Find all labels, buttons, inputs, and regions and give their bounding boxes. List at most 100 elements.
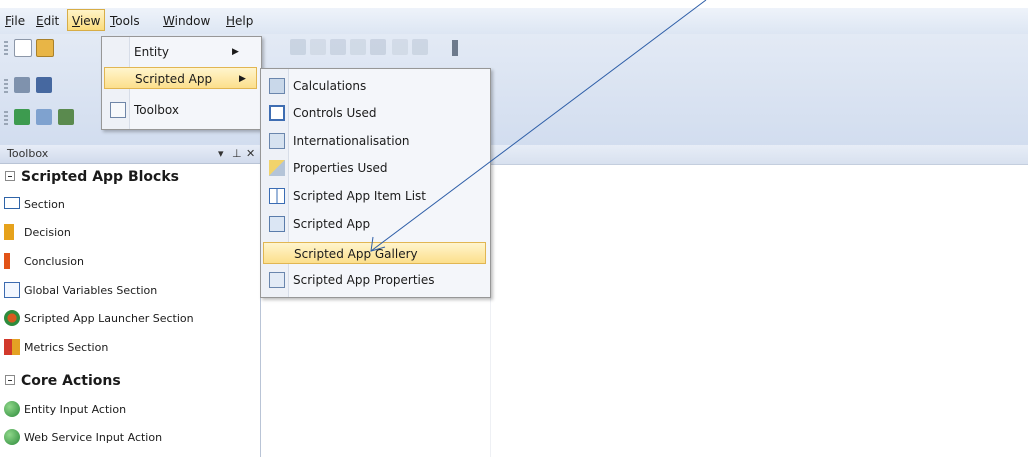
menu-help[interactable]: Help (226, 14, 253, 28)
submenu-item-gallery[interactable]: Scripted App Gallery (263, 242, 486, 264)
tool-label: Entity Input Action (24, 403, 127, 416)
debug-icon[interactable] (58, 109, 74, 125)
tool-label: Global Variables Section (24, 284, 158, 297)
menu-item-entity[interactable]: Entity ▶ (104, 41, 257, 63)
menu-help-rest: elp (235, 14, 254, 28)
tool-label: Web Service Input Action (24, 431, 163, 444)
toolbar-grip[interactable] (4, 111, 8, 125)
collapse-icon[interactable] (5, 171, 15, 181)
menu-view[interactable]: View (67, 9, 106, 31)
paste-icon[interactable] (330, 39, 346, 55)
global-variables-icon (4, 282, 20, 298)
tool-item[interactable]: Scripted App Launcher Section (4, 308, 194, 330)
view-menu: Entity ▶ Scripted App ▶ Toolbox (101, 36, 262, 130)
scripted-app-submenu: Calculations Controls Used International… (260, 68, 491, 298)
toolbar-grip[interactable] (4, 79, 8, 93)
new-file-icon[interactable] (14, 39, 32, 57)
toolbar-row-layout (4, 76, 114, 96)
globe-icon (4, 401, 20, 417)
toolbox-title: Toolbox (7, 147, 49, 160)
tool-item[interactable]: Section (4, 194, 65, 216)
dropdown-arrow-icon[interactable]: ▾ (218, 147, 224, 160)
menu-item-label: Scripted App (293, 217, 371, 231)
layout-icon[interactable] (14, 77, 30, 93)
tool-item[interactable]: Entity Input Action (4, 399, 126, 421)
tool-label: Metrics Section (24, 341, 109, 354)
toolbox-panel: Toolbox ▾ ⊥ ✕ Scripted App Blocks Sectio… (0, 145, 261, 457)
grid-icon[interactable] (36, 77, 52, 93)
menu-help-accel: H (226, 14, 236, 28)
menu-view-rest: iew (79, 14, 101, 28)
globe-icon (4, 429, 20, 445)
category-core-actions[interactable]: Core Actions (5, 371, 121, 391)
menu-item-label: Properties Used (293, 161, 388, 175)
menu-item-label: Scripted App Gallery (294, 247, 418, 261)
launcher-icon (4, 310, 20, 326)
toolbar-overflow-icon[interactable] (452, 40, 458, 56)
menu-file[interactable]: File (5, 14, 25, 28)
tool-item[interactable]: Web Service Input Action (4, 427, 162, 449)
category-label: Core Actions (21, 373, 121, 389)
menu-item-label: Internationalisation (293, 134, 410, 148)
tool-label: Scripted App Launcher Section (24, 312, 194, 325)
window-icon[interactable] (36, 109, 52, 125)
menu-window[interactable]: Window (163, 14, 210, 28)
submenu-item-properties-used[interactable]: Properties Used (263, 157, 486, 179)
menu-view-accel: V (72, 14, 80, 28)
menu-item-label: Scripted App (135, 72, 213, 86)
save-all-icon[interactable] (412, 39, 428, 55)
submenu-item-item-list[interactable]: Scripted App Item List (263, 185, 486, 207)
menu-item-label: Controls Used (293, 106, 377, 120)
toolbar-grip[interactable] (4, 41, 8, 55)
tool-label: Section (24, 198, 65, 211)
menu-file-rest: ile (11, 14, 26, 28)
submenu-item-properties[interactable]: Scripted App Properties (263, 269, 486, 291)
item-list-icon (269, 188, 285, 204)
menu-item-label: Scripted App Properties (293, 273, 435, 287)
pin-icon[interactable]: ⊥ (232, 147, 242, 160)
menu-tools-rest: ools (115, 14, 140, 28)
open-folder-icon[interactable] (36, 39, 54, 57)
redo-icon[interactable] (370, 39, 386, 55)
menu-item-label: Scripted App Item List (293, 189, 426, 203)
submenu-item-controls-used[interactable]: Controls Used (263, 102, 486, 124)
metrics-icon (4, 339, 20, 355)
scripted-app-icon (269, 216, 285, 232)
internationalisation-icon (269, 133, 285, 149)
menu-edit-rest: dit (43, 14, 60, 28)
copy-icon[interactable] (310, 39, 326, 55)
category-scripted-app-blocks[interactable]: Scripted App Blocks (5, 167, 179, 187)
tool-label: Conclusion (24, 255, 84, 268)
calculations-icon (269, 78, 285, 94)
tool-item[interactable]: Conclusion (4, 251, 84, 273)
undo-icon[interactable] (350, 39, 366, 55)
tool-item[interactable]: Global Variables Section (4, 280, 157, 302)
toolbox-header: Toolbox ▾ ⊥ ✕ (0, 145, 260, 164)
menu-tools[interactable]: Tools (110, 14, 140, 28)
submenu-item-internationalisation[interactable]: Internationalisation (263, 130, 486, 152)
tool-item[interactable]: Decision (4, 222, 71, 244)
section-icon (4, 197, 20, 209)
cut-icon[interactable] (290, 39, 306, 55)
menu-bar: File Edit View Tools Window Help (0, 8, 1028, 34)
save-icon[interactable] (392, 39, 408, 55)
tool-item[interactable]: Metrics Section (4, 337, 108, 359)
submenu-arrow-icon: ▶ (239, 74, 246, 84)
menu-item-label: Calculations (293, 79, 367, 93)
controls-icon (269, 105, 285, 121)
menu-item-scripted-app[interactable]: Scripted App ▶ (104, 67, 257, 89)
submenu-item-scripted-app[interactable]: Scripted App (263, 213, 486, 235)
menu-item-label: Entity (134, 45, 170, 59)
conclusion-icon (4, 253, 10, 269)
close-icon[interactable]: ✕ (246, 147, 255, 160)
properties-icon (269, 160, 285, 176)
menu-edit[interactable]: Edit (36, 14, 59, 28)
app-properties-icon (269, 272, 285, 288)
collapse-icon[interactable] (5, 375, 15, 385)
submenu-item-calculations[interactable]: Calculations (263, 75, 486, 97)
menu-item-toolbox[interactable]: Toolbox (104, 99, 257, 121)
run-icon[interactable] (14, 109, 30, 125)
submenu-arrow-icon: ▶ (232, 47, 239, 57)
menu-item-label: Toolbox (134, 103, 179, 117)
tool-label: Decision (24, 226, 71, 239)
